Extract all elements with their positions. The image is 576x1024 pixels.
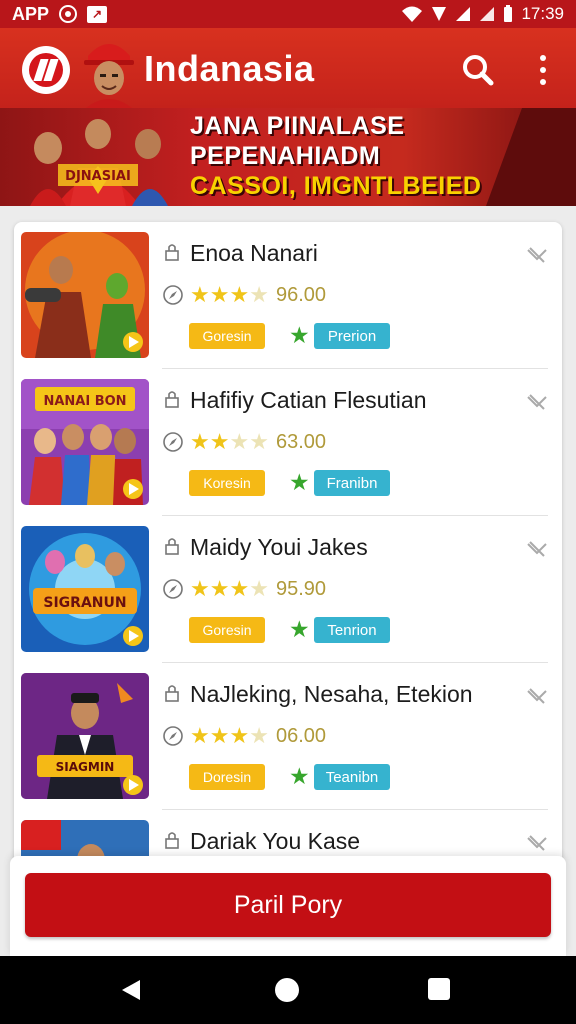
game-title[interactable]: Enoa Nanari xyxy=(190,240,318,267)
game-thumbnail[interactable]: NANAI BON xyxy=(21,379,149,505)
lock-icon xyxy=(165,538,179,555)
banner-line-3: CASSOI, IMGNTLBEIED xyxy=(190,172,482,200)
compass-icon xyxy=(163,285,183,305)
home-icon[interactable] xyxy=(275,978,299,1002)
compass-icon xyxy=(163,432,183,452)
star-rating: ★ ★ ★ ★ xyxy=(190,429,269,455)
primary-action-button[interactable]: Paril Pory xyxy=(25,873,551,937)
lock-icon xyxy=(165,391,179,408)
tag-primary[interactable]: Goresin xyxy=(189,617,265,643)
star-icon: ★ xyxy=(209,723,230,748)
thumb-text: NANAI BON xyxy=(43,394,126,409)
mascot-avatar xyxy=(84,44,134,108)
star-empty-icon: ★ xyxy=(249,282,269,307)
star-icon: ★ xyxy=(229,282,250,307)
star-rating: ★ ★ ★ ★ xyxy=(190,282,269,308)
recent-apps-icon[interactable] xyxy=(428,978,450,1000)
star-icon: ★ xyxy=(209,429,230,454)
game-thumbnail[interactable] xyxy=(21,232,149,358)
star-icon: ★ xyxy=(209,282,230,307)
lock-icon xyxy=(165,685,179,702)
battery-icon xyxy=(504,5,513,22)
game-title[interactable]: Hafifiy Catian Flesutian xyxy=(190,387,427,414)
star-icon: ★ xyxy=(190,576,210,601)
game-thumbnail[interactable]: SIAGMIN xyxy=(21,673,149,799)
app-title: Indanasia xyxy=(144,48,315,89)
app-screen: APP ↗ 17:39 Indanasia DJNASIAI JANA PIIN… xyxy=(0,0,576,1024)
wifi-icon xyxy=(402,6,423,22)
rating-value: 96.00 xyxy=(276,284,327,306)
back-icon[interactable] xyxy=(120,978,142,1002)
green-star-icon: ★ xyxy=(289,616,310,642)
app-logo[interactable] xyxy=(22,46,70,94)
rating-value: 95.90 xyxy=(276,578,327,600)
cell-signal-2-icon xyxy=(480,7,495,21)
rating-value: 63.00 xyxy=(276,431,327,453)
banner-line-2: PEPENAHIADM xyxy=(190,142,381,170)
star-rating: ★ ★ ★ ★ xyxy=(190,723,269,749)
dismiss-icon[interactable] xyxy=(526,538,548,560)
star-icon: ★ xyxy=(229,723,250,748)
tag-primary[interactable]: Koresin xyxy=(189,470,265,496)
star-empty-icon: ★ xyxy=(249,723,269,748)
lock-icon xyxy=(165,832,179,849)
banner-line-1: JANA PIINALASE xyxy=(190,112,405,140)
tag-secondary[interactable]: Teanibn xyxy=(314,764,390,790)
star-icon: ★ xyxy=(209,576,230,601)
banner-mascot-text: DJNASIAI xyxy=(65,169,131,184)
star-rating: ★ ★ ★ ★ xyxy=(190,576,269,602)
tag-secondary[interactable]: Prerion xyxy=(314,323,390,349)
tag-primary[interactable]: Doresin xyxy=(189,764,265,790)
lock-icon xyxy=(165,244,179,261)
app-bar: Indanasia xyxy=(0,28,576,108)
cell-signal-icon xyxy=(456,7,471,21)
dismiss-icon[interactable] xyxy=(526,685,548,707)
green-star-icon: ★ xyxy=(289,763,310,789)
rating-value: 06.00 xyxy=(276,725,327,747)
star-icon: ★ xyxy=(190,429,210,454)
dismiss-icon[interactable] xyxy=(526,391,548,413)
banner-mascot-art: DJNASIAI xyxy=(30,119,168,206)
game-title[interactable]: Dariak You Kase xyxy=(190,828,360,855)
tag-secondary[interactable]: Tenrion xyxy=(314,617,390,643)
tag-secondary[interactable]: Franibn xyxy=(314,470,390,496)
search-button[interactable] xyxy=(458,50,498,90)
more-options-button[interactable] xyxy=(528,50,558,90)
list-item[interactable]: NANAI BON Hafifiy Catian Flesutian ★ ★ ★… xyxy=(14,369,562,516)
green-star-icon: ★ xyxy=(289,322,310,348)
dismiss-icon[interactable] xyxy=(526,244,548,266)
thumb-text: SIAGMIN xyxy=(56,760,115,774)
status-app-label: APP xyxy=(12,3,50,24)
green-star-icon: ★ xyxy=(289,469,310,495)
star-icon: ★ xyxy=(190,282,210,307)
list-item[interactable]: SIGRANUN Maidy Youi Jakes ★ ★ ★ ★ 95.90 Gor… xyxy=(14,516,562,663)
more-vert-icon xyxy=(540,55,546,61)
tag-primary[interactable]: Goresin xyxy=(189,323,265,349)
status-time: 17:39 xyxy=(521,4,564,23)
bottom-action-panel: Paril Pory xyxy=(10,856,566,956)
list-item[interactable]: SIAGMIN NaJleking, Nesaha, Etekion ★ ★ ★ ★ … xyxy=(14,663,562,810)
thumb-text: SIGRANUN xyxy=(43,595,126,611)
compass-icon xyxy=(163,579,183,599)
promo-banner[interactable]: DJNASIAI JANA PIINALASE PEPENAHIADM CASS… xyxy=(0,108,576,206)
dismiss-icon[interactable] xyxy=(526,832,548,854)
record-icon xyxy=(59,5,78,23)
star-empty-icon: ★ xyxy=(229,429,250,454)
game-thumbnail[interactable]: SIGRANUN xyxy=(21,526,149,652)
star-empty-icon: ★ xyxy=(249,429,269,454)
star-icon: ★ xyxy=(190,723,210,748)
signal-icon xyxy=(432,7,447,21)
game-title[interactable]: Maidy Youi Jakes xyxy=(190,534,368,561)
notification-icon: ↗ xyxy=(87,5,108,23)
search-icon xyxy=(463,55,494,86)
compass-icon xyxy=(163,726,183,746)
game-title[interactable]: NaJleking, Nesaha, Etekion xyxy=(190,681,473,708)
status-bar: APP ↗ 17:39 xyxy=(0,0,576,28)
star-empty-icon: ★ xyxy=(249,576,269,601)
banner-stripe xyxy=(486,108,576,206)
star-icon: ★ xyxy=(229,576,250,601)
list-item[interactable]: Enoa Nanari ★ ★ ★ ★ 96.00 Goresin ★ Prerion xyxy=(14,222,562,369)
system-nav-bar xyxy=(0,956,576,1024)
